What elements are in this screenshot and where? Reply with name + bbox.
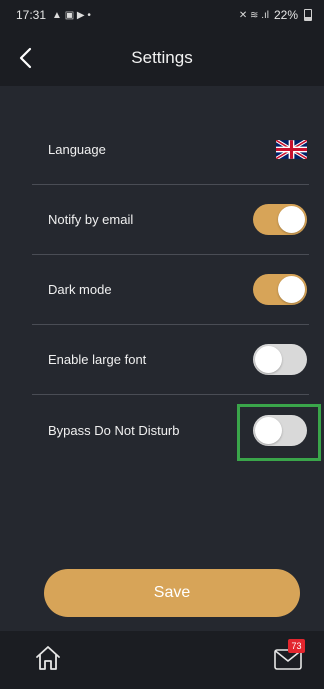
app-header: Settings bbox=[0, 30, 324, 86]
status-time: 17:31 bbox=[16, 8, 47, 22]
chevron-left-icon bbox=[19, 47, 32, 69]
uk-flag-icon[interactable] bbox=[276, 140, 307, 159]
setting-label: Notify by email bbox=[48, 212, 134, 227]
mail-badge: 73 bbox=[288, 639, 305, 653]
bypass-dnd-toggle[interactable] bbox=[253, 414, 307, 446]
setting-row-notify-email: Notify by email bbox=[32, 185, 309, 255]
signal-icon: ✕ ≋ .ıl bbox=[238, 9, 269, 21]
status-right: ✕ ≋ .ıl 22% bbox=[239, 8, 312, 22]
status-left: 17:31 ▲ ▣ ▶ • bbox=[16, 8, 91, 22]
bottom-nav: 73 bbox=[0, 631, 324, 689]
save-button[interactable]: Save bbox=[44, 569, 300, 617]
toggle-knob bbox=[278, 276, 305, 303]
setting-row-language[interactable]: Language bbox=[32, 115, 309, 185]
setting-label: Dark mode bbox=[48, 282, 112, 297]
settings-list: Language Notify by email Dark mode Enabl… bbox=[32, 115, 309, 465]
back-button[interactable] bbox=[12, 44, 38, 72]
setting-row-bypass-dnd: Bypass Do Not Disturb bbox=[32, 395, 309, 465]
notification-icons: ▲ ▣ ▶ • bbox=[52, 9, 91, 21]
setting-row-dark-mode: Dark mode bbox=[32, 255, 309, 325]
status-bar: 17:31 ▲ ▣ ▶ • ✕ ≋ .ıl 22% bbox=[0, 0, 324, 30]
battery-icon bbox=[304, 9, 312, 21]
setting-label: Language bbox=[48, 142, 106, 157]
mail-button[interactable]: 73 bbox=[274, 639, 306, 671]
toggle-knob bbox=[255, 346, 282, 373]
toggle-knob bbox=[278, 206, 305, 233]
toggle-knob bbox=[255, 416, 282, 444]
setting-row-large-font: Enable large font bbox=[32, 325, 309, 395]
setting-label: Bypass Do Not Disturb bbox=[48, 422, 180, 438]
notify-email-toggle[interactable] bbox=[253, 204, 307, 235]
dark-mode-toggle[interactable] bbox=[253, 274, 307, 305]
large-font-toggle[interactable] bbox=[253, 344, 307, 375]
battery-percent: 22% bbox=[273, 8, 298, 22]
setting-label: Enable large font bbox=[48, 352, 147, 367]
home-icon bbox=[36, 646, 60, 670]
page-title: Settings bbox=[131, 48, 193, 67]
home-button[interactable] bbox=[34, 644, 62, 672]
